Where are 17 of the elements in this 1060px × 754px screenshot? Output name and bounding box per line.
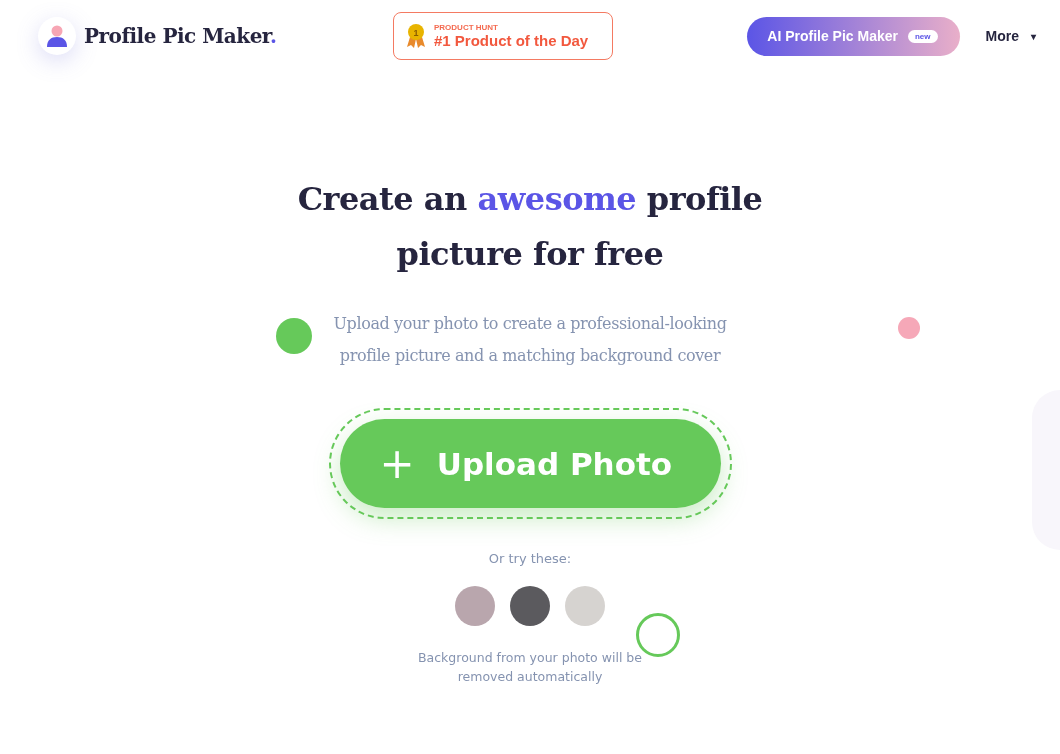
more-menu[interactable]: More ▾ (979, 27, 1042, 45)
logo-icon (38, 17, 76, 55)
decorative-dot (898, 317, 920, 339)
plus-icon: + (379, 442, 415, 485)
note-text: Background from your photo will be removed automatically (417, 649, 643, 686)
badge-eyebrow: PRODUCT HUNT (434, 23, 499, 32)
try-label: Or try these: (488, 551, 572, 566)
headline: Create an awesome profile picture for free (296, 179, 764, 275)
new-tag: new (908, 29, 938, 43)
logo-text[interactable]: Profile Pic Maker. (84, 24, 277, 48)
subtitle: Upload your photo to create a professional-looking profile picture and a matching background cover (332, 313, 728, 367)
badge-title: #1 Product of the Day (434, 32, 589, 49)
product-hunt-badge[interactable]: 1 PRODUCT HUNT #1 Product of the Day (393, 12, 613, 60)
photo-placeholder[interactable] (510, 586, 550, 626)
caret-icon: ▾ (1031, 30, 1036, 42)
decorative-dot (276, 318, 312, 354)
ai-profile-pic-maker-button[interactable]: AI Profile Pic Maker new (747, 16, 960, 56)
